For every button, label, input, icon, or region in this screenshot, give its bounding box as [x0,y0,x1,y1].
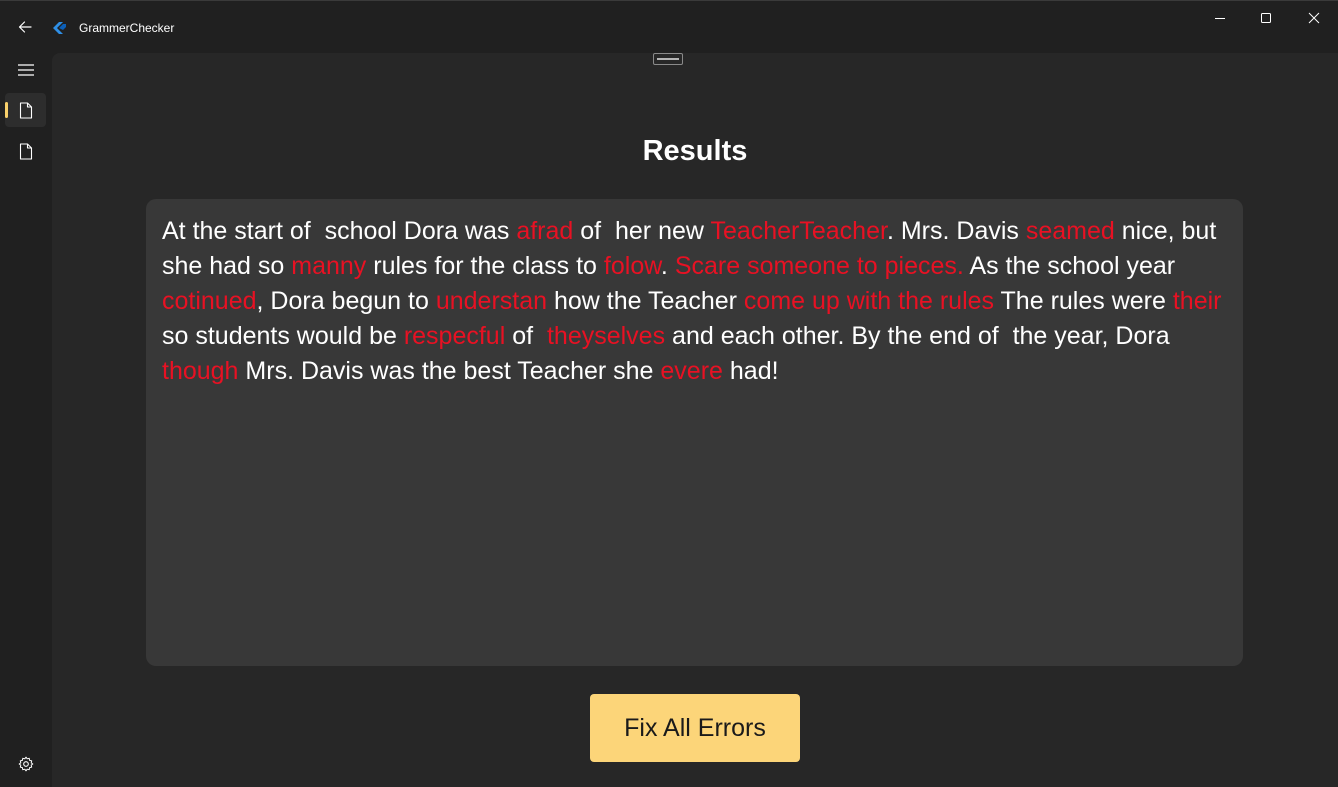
page-title: Results [642,135,748,167]
minimize-button[interactable] [1197,1,1243,35]
minimize-icon [1215,18,1225,19]
error-highlight[interactable]: manny [291,252,366,280]
back-button[interactable] [10,13,40,41]
close-button[interactable] [1291,1,1337,35]
nav-item-results[interactable] [5,93,46,127]
settings-button[interactable] [5,747,46,781]
app-title: GrammerChecker [79,21,175,35]
main-content: Results At the start of school Dora was … [52,53,1338,787]
error-highlight[interactable]: afrad [516,217,573,245]
text-segment: of her new [573,217,711,245]
error-highlight[interactable]: Scare someone to pieces. [675,252,964,280]
text-segment: had! [722,357,779,385]
text-segment: rules for the class to [366,252,604,280]
selection-indicator [5,102,8,118]
document-icon [19,101,32,119]
error-highlight[interactable]: though [162,357,238,385]
text-segment: and each other. By the end of the year, … [665,322,1177,350]
document-icon [19,142,32,160]
text-segment: As the school year [963,252,1183,280]
error-highlight[interactable]: seamed [1026,217,1115,245]
drag-handle-bar [657,58,679,60]
text-segment: The rules were [994,287,1173,315]
error-highlight[interactable]: evere [660,357,723,385]
close-icon [1308,12,1320,24]
text-segment: . [660,252,675,280]
navigation-pane [0,53,52,787]
error-highlight[interactable]: folow [604,252,661,280]
text-segment: of [505,322,547,350]
text-segment: . Mrs. Davis [886,217,1026,245]
app-logo-icon [53,22,66,34]
text-segment: how the Teacher [547,287,744,315]
nav-item-document[interactable] [5,134,46,168]
error-highlight[interactable]: understan [436,287,547,315]
results-panel: At the start of school Dora was afrad of… [146,199,1243,666]
pane-drag-handle[interactable] [653,53,683,65]
maximize-button[interactable] [1243,1,1289,35]
gear-icon [18,756,33,772]
error-highlight[interactable]: theyselves [547,322,665,350]
menu-toggle-button[interactable] [5,53,46,87]
error-highlight[interactable]: come up with the rules [744,287,994,315]
results-text: At the start of school Dora was afrad of… [162,214,1227,389]
hamburger-icon [17,64,34,76]
maximize-icon [1261,13,1271,23]
app-window: GrammerChecker Results At the start of s… [0,0,1338,787]
error-highlight[interactable]: TeacherTeacher [710,217,887,245]
error-highlight[interactable]: respecful [404,322,505,350]
arrow-left-icon [18,21,32,33]
text-segment: , Dora begun to [256,287,436,315]
title-bar: GrammerChecker [0,1,1338,53]
error-highlight[interactable]: cotinued [162,287,257,315]
text-segment: Mrs. Davis was the best Teacher she [238,357,661,385]
error-highlight[interactable]: their [1173,287,1222,315]
fix-all-errors-button[interactable]: Fix All Errors [590,694,800,762]
text-segment: At the start of school Dora was [162,217,517,245]
